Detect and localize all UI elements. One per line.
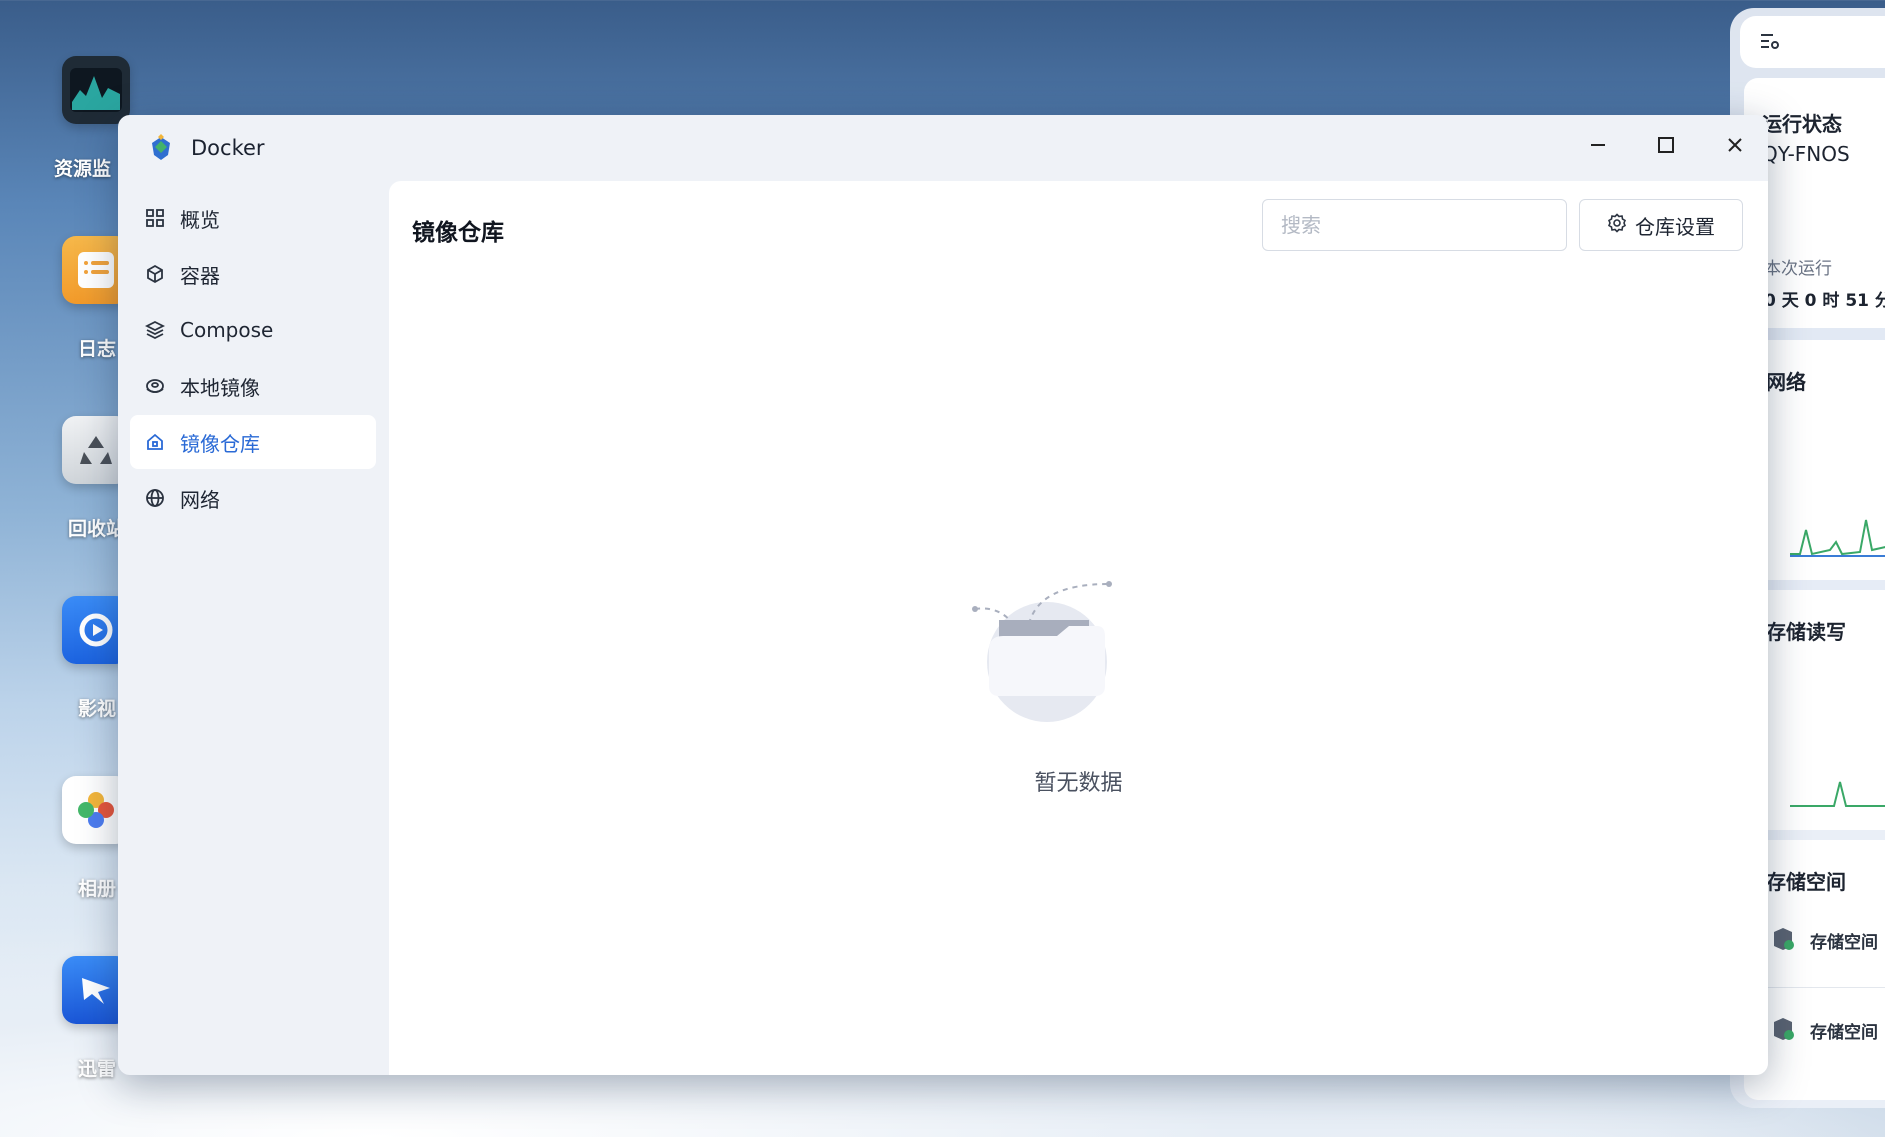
sidebar-item-label: 概览 bbox=[180, 207, 220, 232]
sidebar-item-registry[interactable]: 镜像仓库 bbox=[130, 415, 376, 469]
grid-icon bbox=[144, 207, 166, 229]
sidebar-item-overview[interactable]: 概览 bbox=[130, 191, 376, 245]
activity-monitor-icon bbox=[62, 56, 130, 124]
storage-title: 存储空间 bbox=[1766, 870, 1846, 894]
close-button[interactable] bbox=[1715, 129, 1755, 165]
divider bbox=[1764, 987, 1885, 988]
page-title: 镜像仓库 bbox=[412, 220, 504, 246]
window-title: Docker bbox=[191, 136, 265, 160]
desktop-icon-resource-monitor[interactable]: 资源监 bbox=[54, 56, 132, 180]
sidebar-item-label: 网络 bbox=[180, 487, 220, 512]
disk-io-sparkline bbox=[1790, 781, 1885, 807]
empty-state-text: 暂无数据 bbox=[1034, 771, 1123, 796]
sidebar-item-containers[interactable]: 容器 bbox=[130, 247, 376, 301]
docker-window: Docker 概览 容器 Compose 本地镜像 镜像仓库 网络 镜像仓库 搜… bbox=[118, 115, 1768, 1075]
maximize-icon bbox=[1657, 136, 1675, 158]
search-input[interactable] bbox=[1262, 199, 1567, 251]
sidebar-item-compose[interactable]: Compose bbox=[130, 303, 376, 357]
storage-volume-icon bbox=[1770, 926, 1796, 956]
close-icon bbox=[1726, 136, 1744, 158]
uptime-value: 0 天 0 时 51 分 bbox=[1764, 291, 1885, 311]
gear-icon bbox=[1607, 213, 1627, 237]
host-name: QY-FNOS bbox=[1762, 142, 1850, 166]
sidebar-item-label: 容器 bbox=[180, 263, 220, 288]
registry-settings-button[interactable]: 仓库设置 bbox=[1579, 199, 1743, 251]
storage-volume-icon bbox=[1770, 1016, 1796, 1046]
globe-icon bbox=[144, 487, 166, 509]
widget-settings-icon[interactable] bbox=[1758, 30, 1782, 58]
network-title: 网络 bbox=[1766, 370, 1806, 394]
uptime-label: 本次运行 bbox=[1764, 259, 1832, 279]
main-panel: 镜像仓库 仓库设置 暂无数据 bbox=[389, 181, 1768, 1075]
minimize-button[interactable] bbox=[1578, 129, 1618, 165]
settings-button-label: 仓库设置 bbox=[1635, 214, 1715, 239]
house-icon bbox=[144, 431, 166, 453]
disk-io-title: 存储读写 bbox=[1766, 620, 1846, 644]
empty-state-illustration bbox=[969, 564, 1139, 734]
minimize-icon bbox=[1589, 136, 1607, 158]
sidebar-item-label: 镜像仓库 bbox=[180, 431, 260, 456]
network-sparkline bbox=[1790, 519, 1885, 557]
cube-icon bbox=[144, 263, 166, 285]
sidebar-item-label: Compose bbox=[180, 318, 274, 342]
sidebar-item-label: 本地镜像 bbox=[180, 375, 260, 400]
maximize-button[interactable] bbox=[1646, 129, 1686, 165]
disk-icon bbox=[144, 375, 166, 397]
docker-logo-icon bbox=[146, 133, 176, 163]
layers-icon bbox=[144, 319, 166, 341]
window-titlebar[interactable]: Docker bbox=[118, 115, 1768, 179]
sidebar: 概览 容器 Compose 本地镜像 镜像仓库 网络 bbox=[118, 179, 388, 1075]
widget-toolbar bbox=[1740, 16, 1885, 68]
sidebar-item-network[interactable]: 网络 bbox=[130, 471, 376, 525]
storage-item[interactable]: 存储空间 bbox=[1810, 1018, 1878, 1043]
status-title: 运行状态 bbox=[1762, 112, 1842, 136]
sidebar-item-local-images[interactable]: 本地镜像 bbox=[130, 359, 376, 413]
storage-item[interactable]: 存储空间 bbox=[1810, 928, 1878, 953]
